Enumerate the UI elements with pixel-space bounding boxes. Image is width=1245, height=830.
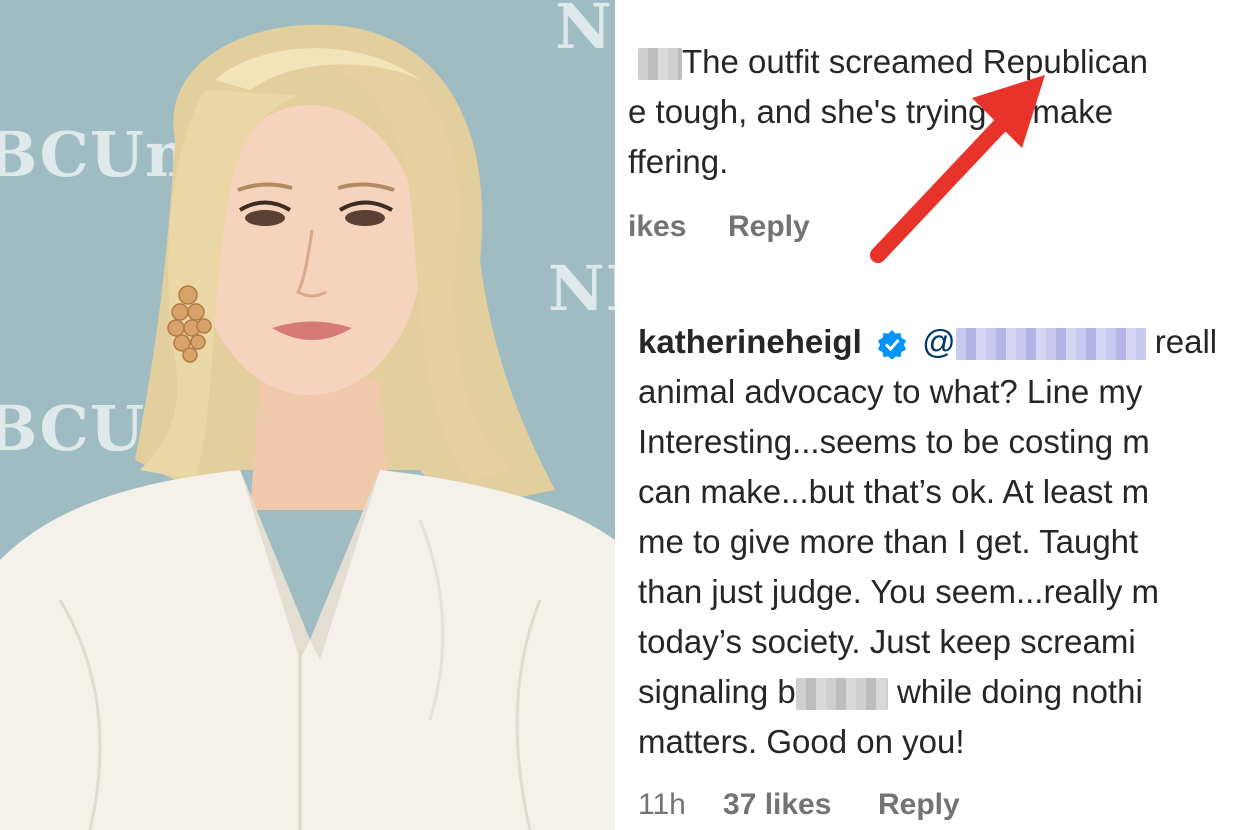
likes-count: ikes <box>628 210 687 243</box>
comment-username[interactable]: katherineheigl <box>638 323 862 360</box>
comment-line: animal advocacy to what? Line my <box>638 373 1143 410</box>
red-arrow-icon <box>870 75 1045 263</box>
redacted-mention <box>955 328 1146 361</box>
reply-button[interactable]: Reply <box>878 788 960 822</box>
comment-line: today’s society. Just keep screami <box>638 623 1136 660</box>
comment-line: ffering. <box>628 143 729 180</box>
comment-text: while doing nothi <box>887 673 1143 710</box>
mention-prefix[interactable]: @ <box>922 323 956 360</box>
comment-line: katherineheigl @ reall <box>638 322 1217 362</box>
redacted-word <box>795 678 888 711</box>
redacted-username <box>638 48 682 81</box>
comment-line: can make...but that’s ok. At least m <box>638 473 1150 510</box>
comment-line: Interesting...seems to be costing m <box>638 423 1150 460</box>
verified-badge-icon <box>877 330 906 360</box>
comment-text: reall <box>1154 323 1218 360</box>
panel-divider <box>615 0 628 830</box>
comment-line: than just judge. You seem...really m <box>638 573 1159 610</box>
reply-button[interactable]: Reply <box>728 210 810 244</box>
comment-line: signaling b while doing nothi <box>638 672 1143 712</box>
comment-line: me to give more than I get. Taught <box>638 523 1139 560</box>
comment-text: signaling b <box>638 673 796 710</box>
likes-count[interactable]: 37 likes <box>723 788 831 822</box>
woman-illustration <box>0 24 615 830</box>
comment-line: matters. Good on you! <box>638 723 965 760</box>
comment-timestamp: 11h <box>638 788 686 821</box>
celebrity-photo: NB BCUniv NB BCUniv <box>0 0 615 830</box>
